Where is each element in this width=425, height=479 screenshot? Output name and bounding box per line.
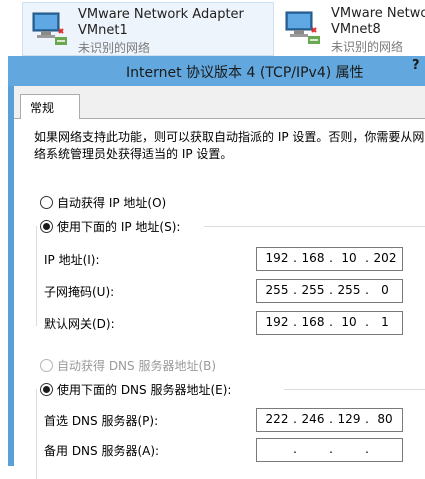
ip-manual-radio[interactable]: 使用下面的 IP 地址(S): (40, 218, 180, 236)
network-adapter-icon (32, 12, 67, 45)
tcpip-properties-dialog: Internet 协议版本 4 (TCP/IPv4) 属性 ? 常规 如果网络支… (8, 56, 425, 479)
ip-manual-label: 使用下面的 IP 地址(S): (57, 220, 181, 234)
tab-general-label: 常规 (30, 101, 55, 115)
network-adapters-list: VMware Network Adapter VMnet1 未识别的网络 VMw… (0, 0, 425, 58)
default-gateway-input[interactable]: 192 . 168 . 10 . 1 (256, 311, 403, 335)
octet: 168 (301, 251, 325, 265)
octet: 255 (337, 283, 361, 297)
dns-auto-label: 自动获得 DNS 服务器地址(B) (57, 359, 217, 373)
octet-dot: . (293, 442, 297, 456)
octet: 0 (381, 283, 389, 297)
octet-dot: . (329, 251, 333, 265)
ip-address-input[interactable]: 192 . 168 . 10 . 202 (256, 247, 403, 271)
adapter-name: VMware Network Adapter (78, 7, 244, 22)
alternate-dns-label: 备用 DNS 服务器(A): (44, 444, 160, 458)
adapter-status: 未识别的网络 (331, 40, 404, 54)
adapter-vmnet8[interactable]: VMware Networ VMnet8 未识别的网络 (276, 2, 425, 54)
octet-dot: . (365, 412, 369, 426)
description-line: 如果网络支持此功能，则可以获取自动指派的 IP 设置。否则，你需要从网 (34, 130, 425, 144)
octet: 10 (341, 251, 357, 265)
radio-unchecked-icon (40, 359, 53, 372)
octet-dot: . (293, 315, 297, 329)
adapter-device: VMnet8 (331, 22, 381, 37)
octet-dot: . (365, 442, 369, 456)
dns-manual-radio[interactable]: 使用下面的 DNS 服务器地址(E): (40, 381, 231, 399)
octet-dot: . (293, 251, 297, 265)
octet: 222 (265, 412, 289, 426)
octet: 129 (337, 412, 361, 426)
network-adapter-icon (285, 11, 320, 44)
general-tab-panel: 如果网络支持此功能，则可以获取自动指派的 IP 设置。否则，你需要从网 络系统管… (14, 118, 425, 479)
adapter-vmnet1[interactable]: VMware Network Adapter VMnet1 未识别的网络 (22, 2, 274, 56)
octet: 255 (301, 283, 325, 297)
octet-dot: . (365, 315, 369, 329)
octet-dot: . (329, 283, 333, 297)
octet-dot: . (329, 315, 333, 329)
preferred-dns-input[interactable]: 222 . 246 . 129 . 80 (256, 408, 403, 432)
dialog-titlebar[interactable]: Internet 协议版本 4 (TCP/IPv4) 属性 ? (8, 56, 425, 86)
default-gateway-label: 默认网关(D): (44, 317, 115, 331)
octet-dot: . (293, 283, 297, 297)
radio-checked-icon (40, 220, 53, 233)
dialog-client-area: 常规 如果网络支持此功能，则可以获取自动指派的 IP 设置。否则，你需要从网 络… (14, 86, 425, 479)
octet: 168 (301, 315, 325, 329)
description-line: 络系统管理员处获得适当的 IP 设置。 (34, 147, 233, 161)
octet: 192 (265, 251, 289, 265)
octet-dot: . (293, 412, 297, 426)
dns-manual-label: 使用下面的 DNS 服务器地址(E): (57, 383, 232, 397)
radio-checked-icon (40, 383, 53, 396)
dns-auto-radio[interactable]: 自动获得 DNS 服务器地址(B) (40, 357, 216, 375)
octet-dot: . (365, 251, 369, 265)
subnet-mask-label: 子网掩码(U): (44, 285, 115, 299)
radio-unchecked-icon (40, 196, 53, 209)
octet: 246 (301, 412, 325, 426)
subnet-mask-input[interactable]: 255 . 255 . 255 . 0 (256, 279, 403, 303)
group-border (204, 226, 425, 227)
octet-dot: . (329, 442, 333, 456)
octet: 255 (265, 283, 289, 297)
alternate-dns-input[interactable]: . . . (256, 438, 403, 462)
group-border (36, 226, 37, 326)
adapter-device: VMnet1 (78, 23, 128, 38)
adapter-name: VMware Networ (331, 6, 425, 21)
description-text: 如果网络支持此功能，则可以获取自动指派的 IP 设置。否则，你需要从网 络系统管… (34, 129, 425, 163)
ip-auto-radio[interactable]: 自动获得 IP 地址(O) (40, 194, 166, 212)
ip-address-label: IP 地址(I): (44, 253, 100, 267)
octet-dot: . (329, 412, 333, 426)
octet-dot: . (365, 283, 369, 297)
octet: 202 (373, 251, 397, 265)
octet: 80 (377, 412, 393, 426)
octet: 10 (341, 315, 357, 329)
tab-general[interactable]: 常规 (20, 94, 80, 119)
dialog-title: Internet 协议版本 4 (TCP/IPv4) 属性 (126, 65, 364, 81)
adapter-status: 未识别的网络 (78, 41, 151, 55)
group-border (36, 389, 37, 479)
octet: 192 (265, 315, 289, 329)
group-border (284, 389, 425, 390)
octet: 1 (381, 315, 389, 329)
help-button[interactable]: ? (412, 58, 420, 73)
preferred-dns-label: 首选 DNS 服务器(P): (44, 414, 159, 428)
ip-auto-label: 自动获得 IP 地址(O) (57, 196, 167, 210)
